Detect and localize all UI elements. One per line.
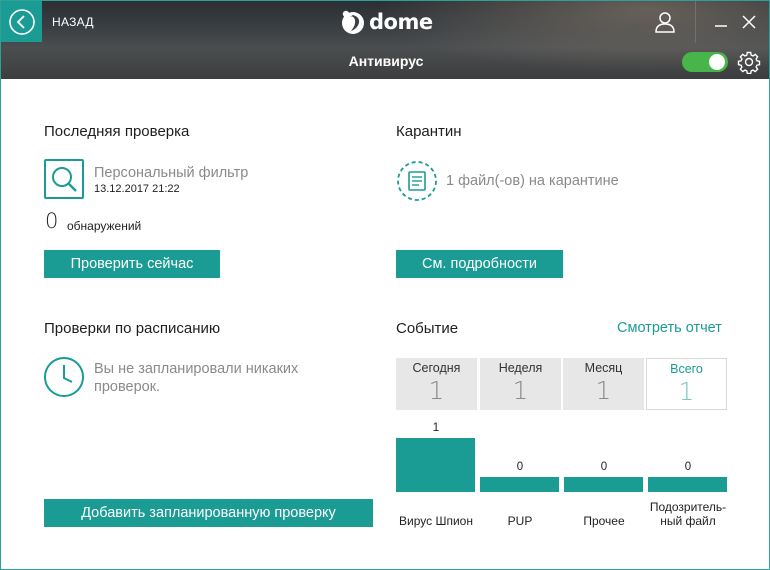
- scheduled-title: Проверки по расписанию: [44, 320, 221, 337]
- quarantine-status-text: 1 файл(-ов) на карантине: [446, 173, 619, 189]
- chart-bar-value: 1: [432, 422, 440, 434]
- toggle-knob: [709, 54, 725, 70]
- events-bar-chart: 1 Вирус Шпион 0 PUP 0 Прочее 0 Подозрител­ь- ны…: [396, 416, 728, 531]
- tab-month[interactable]: Месяц 1: [563, 358, 644, 410]
- chart-category-label: Вирус Шпион: [399, 514, 473, 528]
- last-scan-name: Персональный фильтр: [94, 165, 249, 181]
- tab-week[interactable]: Неделя 1: [480, 358, 561, 410]
- back-button[interactable]: [1, 1, 42, 42]
- chart-bar: [396, 438, 475, 492]
- tab-count: 1: [512, 376, 529, 405]
- tab-label: Всего: [670, 362, 703, 376]
- header-divider: [695, 1, 696, 43]
- minimize-button[interactable]: [713, 14, 729, 30]
- panda-logo-icon: [342, 10, 364, 34]
- chart-bar: [648, 477, 727, 492]
- chevron-left-icon: [8, 8, 35, 35]
- chart-bar-value: 0: [516, 461, 524, 473]
- detections-count: 0: [45, 209, 59, 233]
- antivirus-window: НАЗАД dome Антивирус Последняя проверка …: [0, 0, 770, 570]
- close-button[interactable]: [741, 14, 757, 30]
- tab-label: Сегодня: [412, 361, 461, 375]
- chart-bar: [564, 477, 643, 492]
- tab-label: Месяц: [584, 361, 623, 375]
- logo: dome: [340, 8, 433, 36]
- back-label[interactable]: НАЗАД: [52, 15, 94, 29]
- magnifier-icon: [52, 167, 77, 192]
- last-scan-date: 13.12.2017 21:22: [94, 183, 180, 195]
- quarantine-title: Карантин: [396, 123, 462, 140]
- chart-bar-value: 0: [684, 461, 692, 473]
- section-title: Антивирус: [348, 53, 424, 69]
- settings-button[interactable]: [737, 50, 761, 79]
- detections-label: обнаружений: [67, 219, 142, 233]
- quarantine-document-icon: [397, 161, 437, 201]
- chart-bar: [480, 477, 559, 492]
- tab-count: 1: [428, 376, 445, 405]
- scheduled-status-text: Вы не запланировали никаких проверок.: [94, 361, 299, 395]
- schedule-badge: [43, 356, 85, 403]
- chart-category-label: Подозрител­ь- ный файл: [649, 500, 727, 528]
- minimize-icon: [715, 25, 727, 27]
- events-period-tabs: Сегодня 1 Неделя 1 Месяц 1 Всего 1: [396, 358, 728, 410]
- close-icon: [742, 15, 756, 29]
- tab-label: Неделя: [498, 361, 543, 375]
- add-scheduled-scan-button[interactable]: Добавить запланированную проверку: [44, 499, 373, 527]
- tab-count: 1: [678, 377, 695, 406]
- gear-icon: [737, 51, 761, 75]
- quarantine-badge: [396, 160, 438, 207]
- logo-text: dome: [369, 10, 433, 34]
- chart-category-label: Прочее: [583, 514, 625, 528]
- scan-now-button[interactable]: Проверить сейчас: [44, 250, 220, 278]
- user-icon: [655, 12, 675, 33]
- clock-icon: [44, 357, 84, 397]
- events-title: Событие: [396, 320, 459, 337]
- last-scan-title: Последняя проверка: [44, 123, 190, 140]
- chart-category-label: PUP: [507, 514, 533, 528]
- header-bar: НАЗАД dome Антивирус: [1, 1, 769, 79]
- tab-count: 1: [595, 376, 612, 405]
- user-account-button[interactable]: [654, 11, 676, 38]
- chart-bar-value: 0: [600, 461, 608, 473]
- tab-today[interactable]: Сегодня 1: [396, 358, 477, 410]
- scan-status-box: [44, 159, 84, 199]
- antivirus-toggle[interactable]: [682, 52, 728, 72]
- tab-all[interactable]: Всего 1: [646, 358, 727, 410]
- see-details-button[interactable]: См. подробности: [396, 250, 563, 278]
- view-report-link[interactable]: Смотреть отчет: [617, 320, 722, 336]
